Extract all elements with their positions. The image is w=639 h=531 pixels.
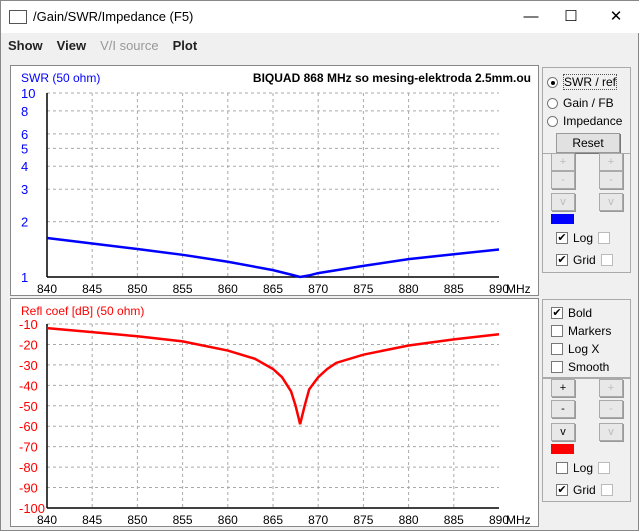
zoom-in-button[interactable]: +: [551, 379, 575, 397]
log-right-checkbox[interactable]: [598, 462, 611, 474]
y-tick-label: -70: [19, 440, 38, 455]
radio-gain[interactable]: Gain / FB: [547, 96, 614, 110]
y-tick-label: 1: [21, 270, 28, 285]
x-tick-label: 865: [263, 282, 283, 295]
checkbox[interactable]: [551, 343, 563, 355]
x-tick-label: 840: [37, 282, 57, 295]
swr-color-swatch[interactable]: [551, 214, 574, 224]
y-tick-label: -60: [19, 419, 38, 434]
swr-chart-panel: SWR (50 ohm) BIQUAD 868 MHz so mesing-ele…: [10, 65, 539, 296]
chart-title: BIQUAD 868 MHz so mesing-elektroda 2.5mm…: [253, 71, 531, 85]
close-button[interactable]: ✕: [596, 5, 636, 29]
grid-checkbox[interactable]: ✔ Grid: [556, 483, 613, 497]
x-tick-label: 885: [444, 282, 464, 295]
y-tick-label: -10: [19, 317, 38, 332]
logx-checkbox[interactable]: Log X: [551, 342, 599, 356]
y-tick-label: 3: [21, 182, 28, 197]
radio-swr[interactable]: SWR / ref: [547, 74, 618, 90]
zoom-out-right-button[interactable]: -: [599, 171, 623, 189]
y-tick-label: -40: [19, 378, 38, 393]
grid-right-checkbox[interactable]: [600, 254, 613, 266]
x-tick-label: 880: [399, 282, 419, 295]
title-bar: /Gain/SWR/Impedance (F5) — ☐ ✕: [1, 1, 639, 33]
refl-chart: Refl coef [dB] (50 ohm)840 845 850 855 860 86…: [19, 304, 531, 527]
checkbox[interactable]: [551, 325, 563, 337]
y-axis-label: Refl coef [dB] (50 ohm): [21, 304, 144, 318]
x-tick-label: 880: [399, 513, 419, 526]
y-tick-label: 2: [21, 215, 28, 230]
x-tick-label: 855: [173, 282, 193, 295]
y-tick-label: 5: [21, 141, 28, 156]
radio-button[interactable]: [547, 115, 558, 127]
menu-vi-source[interactable]: V/I source: [93, 35, 166, 57]
y-tick-label: -90: [19, 481, 38, 496]
x-tick-label: 845: [82, 282, 102, 295]
reset-button[interactable]: Reset: [556, 133, 620, 153]
x-tick-label: 845: [82, 513, 102, 526]
x-tick-label: 885: [444, 513, 464, 526]
x-tick-label: 860: [218, 282, 238, 295]
x-tick-label: 870: [308, 282, 328, 295]
x-tick-label: 875: [353, 513, 373, 526]
minimize-button[interactable]: —: [511, 5, 551, 29]
radio-impedance[interactable]: Impedance: [547, 114, 622, 128]
log-checkbox[interactable]: Log: [556, 461, 611, 475]
y-tick-label: -30: [19, 358, 38, 373]
refl-chart-panel: Refl coef [dB] (50 ohm) 840 845 850 855 860 86…: [10, 298, 539, 527]
zoom-out-button[interactable]: -: [551, 400, 575, 418]
y-tick-label: 10: [21, 86, 35, 101]
x-unit-label: MHz: [506, 282, 531, 295]
log-checkbox[interactable]: ✔ Log: [556, 231, 611, 245]
maximize-button[interactable]: ☐: [551, 5, 591, 29]
zoom-in-right-button[interactable]: +: [599, 379, 623, 397]
grid-checkbox[interactable]: ✔ Grid: [556, 253, 613, 267]
window-title: /Gain/SWR/Impedance (F5): [33, 9, 194, 24]
refl-color-swatch[interactable]: [551, 444, 574, 454]
zoom-out-button[interactable]: -: [551, 171, 575, 189]
menu-plot[interactable]: Plot: [166, 35, 205, 57]
log-right-checkbox[interactable]: [598, 232, 611, 244]
app-icon: [9, 10, 27, 24]
radio-button[interactable]: [547, 97, 558, 109]
y-tick-label: -80: [19, 460, 38, 475]
x-tick-label: 865: [263, 513, 283, 526]
y-tick-label: -20: [19, 337, 38, 352]
y-tick-label: -100: [19, 501, 45, 516]
y-tick-label: 4: [21, 159, 28, 174]
shift-right-button[interactable]: v: [599, 193, 623, 211]
checkbox[interactable]: ✔: [551, 307, 563, 319]
shift-button[interactable]: v: [551, 423, 575, 441]
y-tick-label: -50: [19, 399, 38, 414]
zoom-out-right-button[interactable]: -: [599, 400, 623, 418]
x-tick-label: 850: [127, 513, 147, 526]
smooth-checkbox[interactable]: Smooth: [551, 360, 609, 374]
x-unit-label: MHz: [506, 513, 531, 526]
checkbox[interactable]: ✔: [556, 232, 568, 244]
zoom-in-right-button[interactable]: +: [599, 153, 623, 171]
bold-checkbox[interactable]: ✔ Bold: [551, 306, 592, 320]
markers-checkbox[interactable]: Markers: [551, 324, 611, 338]
shift-right-button[interactable]: v: [599, 423, 623, 441]
x-tick-label: 850: [127, 282, 147, 295]
zoom-in-button[interactable]: +: [551, 153, 575, 171]
menu-show[interactable]: Show: [1, 35, 50, 57]
shift-button[interactable]: v: [551, 193, 575, 211]
checkbox[interactable]: [556, 462, 568, 474]
radio-button[interactable]: [547, 76, 558, 88]
swr-chart: SWR (50 ohm) BIQUAD 868 MHz so mesing-ele…: [21, 71, 531, 296]
y-tick-label: 6: [21, 127, 28, 142]
grid-right-checkbox[interactable]: [600, 484, 613, 496]
x-tick-label: 860: [218, 513, 238, 526]
y-axis-label: SWR (50 ohm): [21, 71, 100, 85]
checkbox[interactable]: ✔: [556, 484, 568, 496]
x-tick-label: 875: [353, 282, 373, 295]
checkbox[interactable]: ✔: [556, 254, 568, 266]
menu-bar: Show View V/I source Plot: [1, 35, 204, 57]
x-tick-label: 855: [173, 513, 193, 526]
x-tick-label: 870: [308, 513, 328, 526]
y-tick-label: 8: [21, 104, 28, 119]
checkbox[interactable]: [551, 361, 563, 373]
menu-view[interactable]: View: [50, 35, 93, 57]
